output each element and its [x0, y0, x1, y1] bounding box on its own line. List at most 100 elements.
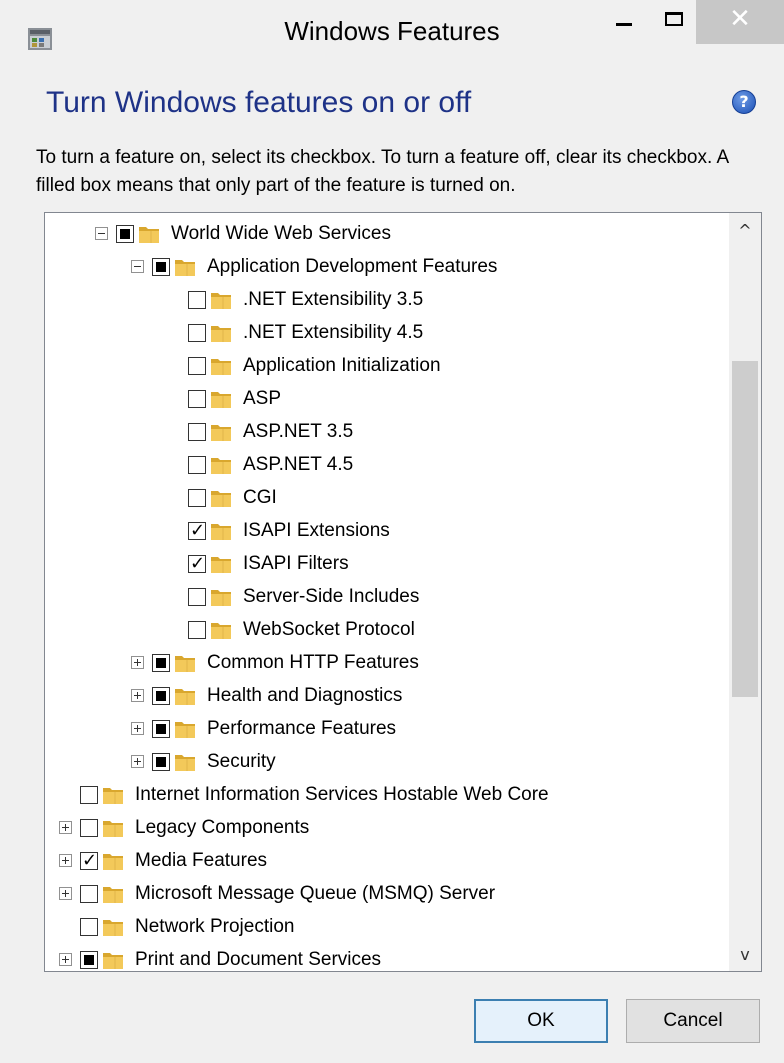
- feature-label: Network Projection: [135, 915, 295, 937]
- feature-label: CGI: [243, 486, 277, 508]
- expand-plus-icon[interactable]: [131, 722, 144, 735]
- folder-icon: [101, 948, 125, 972]
- collapse-minus-icon[interactable]: [131, 260, 144, 273]
- feature-label: Print and Document Services: [135, 948, 382, 970]
- feature-checkbox[interactable]: [80, 850, 98, 871]
- feature-checkbox[interactable]: [152, 686, 170, 705]
- feature-checkbox[interactable]: [188, 323, 206, 342]
- tree-item[interactable]: ISAPI Extensions: [167, 514, 390, 547]
- tree-item[interactable]: Print and Document Services: [59, 943, 382, 972]
- cancel-button[interactable]: Cancel: [626, 999, 760, 1043]
- tree-item[interactable]: Common HTTP Features: [131, 646, 419, 679]
- tree-scrollbar[interactable]: ^ v: [729, 213, 761, 971]
- scroll-thumb[interactable]: [732, 361, 758, 697]
- scroll-up-arrow-icon[interactable]: ^: [729, 213, 761, 247]
- feature-checkbox[interactable]: [152, 719, 170, 738]
- feature-checkbox[interactable]: [188, 488, 206, 507]
- feature-checkbox[interactable]: [80, 950, 98, 969]
- minimize-icon: [616, 22, 632, 26]
- feature-checkbox[interactable]: [152, 653, 170, 672]
- feature-checkbox[interactable]: [188, 389, 206, 408]
- windows-features-window: Windows Features ✕ Turn Windows features…: [0, 0, 784, 1063]
- feature-checkbox[interactable]: [80, 884, 98, 903]
- folder-icon: [209, 618, 233, 642]
- tree-item[interactable]: Performance Features: [131, 712, 396, 745]
- feature-label: Legacy Components: [135, 816, 310, 838]
- feature-checkbox[interactable]: [116, 224, 134, 243]
- maximize-icon: [665, 12, 683, 26]
- tree-item[interactable]: WebSocket Protocol: [167, 613, 415, 646]
- title-bar[interactable]: Windows Features ✕: [0, 0, 784, 78]
- folder-icon: [209, 288, 233, 312]
- expand-plus-icon[interactable]: [131, 656, 144, 669]
- folder-icon: [209, 321, 233, 345]
- expand-plus-icon[interactable]: [59, 854, 72, 867]
- expand-plus-icon[interactable]: [131, 755, 144, 768]
- feature-label: ASP.NET 3.5: [243, 420, 354, 442]
- feature-checkbox[interactable]: [80, 785, 98, 804]
- folder-icon: [101, 816, 125, 840]
- tree-item[interactable]: World Wide Web Services: [95, 217, 391, 250]
- feature-checkbox[interactable]: [188, 422, 206, 441]
- tree-item[interactable]: Media Features: [59, 844, 267, 877]
- feature-checkbox[interactable]: [80, 818, 98, 837]
- tree-item[interactable]: ASP.NET 3.5: [167, 415, 353, 448]
- tree-item[interactable]: Internet Information Services Hostable W…: [59, 778, 549, 811]
- tree-item[interactable]: Server-Side Includes: [167, 580, 419, 613]
- folder-icon: [173, 717, 197, 741]
- feature-checkbox[interactable]: [188, 356, 206, 375]
- tree-item[interactable]: Legacy Components: [59, 811, 309, 844]
- feature-checkbox[interactable]: [188, 290, 206, 309]
- tree-item[interactable]: CGI: [167, 481, 277, 514]
- expander-spacer: [167, 293, 180, 306]
- feature-label: WebSocket Protocol: [243, 618, 415, 640]
- feature-checkbox[interactable]: [188, 587, 206, 606]
- maximize-button[interactable]: [650, 0, 698, 44]
- expander-spacer: [167, 392, 180, 405]
- feature-label: ISAPI Extensions: [243, 519, 390, 541]
- tree-item[interactable]: .NET Extensibility 4.5: [167, 316, 423, 349]
- minimize-button[interactable]: [600, 0, 648, 44]
- feature-checkbox[interactable]: [188, 455, 206, 474]
- tree-item[interactable]: Health and Diagnostics: [131, 679, 402, 712]
- feature-tree[interactable]: World Wide Web Services Application Devel…: [44, 212, 762, 972]
- scroll-down-arrow-icon[interactable]: v: [729, 937, 761, 971]
- tree-item[interactable]: .NET Extensibility 3.5: [167, 283, 423, 316]
- tree-item[interactable]: Network Projection: [59, 910, 294, 943]
- feature-label: World Wide Web Services: [171, 222, 391, 244]
- feature-label: Media Features: [135, 849, 268, 871]
- feature-checkbox[interactable]: [152, 257, 170, 276]
- collapse-minus-icon[interactable]: [95, 227, 108, 240]
- expander-spacer: [167, 359, 180, 372]
- tree-item[interactable]: Application Development Features: [131, 250, 497, 283]
- tree-item[interactable]: Application Initialization: [167, 349, 441, 382]
- folder-icon: [173, 684, 197, 708]
- expander-spacer: [167, 458, 180, 471]
- tree-item[interactable]: Security: [131, 745, 276, 778]
- tree-item[interactable]: ASP.NET 4.5: [167, 448, 353, 481]
- folder-icon: [209, 585, 233, 609]
- help-icon[interactable]: ?: [732, 90, 756, 114]
- expand-plus-icon[interactable]: [59, 953, 72, 966]
- tree-item[interactable]: Microsoft Message Queue (MSMQ) Server: [59, 877, 495, 910]
- expander-spacer: [167, 590, 180, 603]
- expander-spacer: [59, 920, 72, 933]
- ok-button[interactable]: OK: [474, 999, 608, 1043]
- feature-checkbox[interactable]: [152, 752, 170, 771]
- feature-checkbox[interactable]: [188, 620, 206, 639]
- feature-checkbox[interactable]: [188, 520, 206, 541]
- expand-plus-icon[interactable]: [131, 689, 144, 702]
- folder-icon: [173, 651, 197, 675]
- close-button[interactable]: ✕: [696, 0, 784, 44]
- expander-spacer: [167, 326, 180, 339]
- expand-plus-icon[interactable]: [59, 887, 72, 900]
- folder-icon: [209, 420, 233, 444]
- folder-icon: [101, 849, 125, 873]
- tree-item[interactable]: ISAPI Filters: [167, 547, 349, 580]
- feature-label: Server-Side Includes: [243, 585, 420, 607]
- feature-checkbox[interactable]: [188, 553, 206, 574]
- tree-item[interactable]: ASP: [167, 382, 281, 415]
- expand-plus-icon[interactable]: [59, 821, 72, 834]
- feature-checkbox[interactable]: [80, 917, 98, 936]
- folder-icon: [209, 552, 233, 576]
